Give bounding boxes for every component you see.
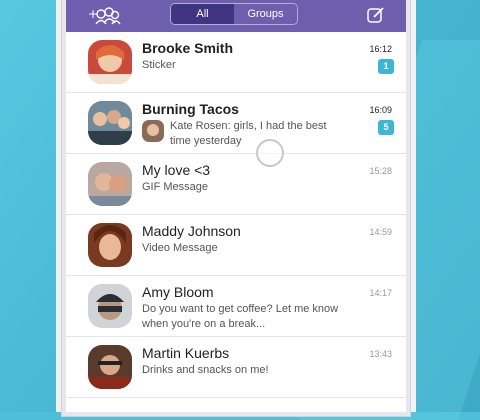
chat-time: 14:17 (369, 288, 392, 298)
avatar (88, 345, 132, 389)
chat-time: 13:43 (369, 349, 392, 359)
chat-time: 16:12 (369, 44, 392, 54)
chat-preview: Drinks and snacks on me! (142, 364, 269, 376)
chat-time: 14:59 (369, 227, 392, 237)
avatar (88, 284, 132, 328)
tab-groups[interactable]: Groups (234, 4, 297, 24)
chat-name: My love <3 (142, 162, 211, 178)
chat-row-maddy-johnson[interactable]: Maddy Johnson 14:59 Video Message (66, 215, 406, 276)
sender-name: Kate Rosen: (170, 120, 231, 132)
tab-switcher: All Groups (170, 3, 298, 25)
unread-badge: 5 (378, 120, 394, 135)
chat-row-my-love[interactable]: My love <3 15:28 GIF Message (66, 154, 406, 215)
phone-screen: + All Groups Brooke Smith 16:12 Sticker … (66, 0, 406, 412)
chat-list: Brooke Smith 16:12 Sticker 1 Burning Tac… (66, 32, 406, 398)
avatar (88, 101, 132, 145)
chat-name: Martin Kuerbs (142, 345, 230, 361)
avatar (88, 162, 132, 206)
loading-indicator (256, 139, 284, 167)
chat-time: 15:28 (369, 166, 392, 176)
avatar (88, 223, 132, 267)
chat-preview: Sticker (142, 59, 176, 71)
sender-avatar (142, 120, 164, 142)
unread-badge: 1 (378, 59, 394, 74)
tab-all[interactable]: All (171, 4, 234, 24)
chat-row-martin-kuerbs[interactable]: Martin Kuerbs 13:43 Drinks and snacks on… (66, 337, 406, 398)
chat-row-brooke-smith[interactable]: Brooke Smith 16:12 Sticker 1 (66, 32, 406, 93)
chat-name: Burning Tacos (142, 101, 239, 117)
phone-bezel-left (56, 0, 66, 412)
avatar (88, 40, 132, 84)
chat-name: Maddy Johnson (142, 223, 241, 239)
add-group-icon[interactable]: + (88, 4, 122, 26)
header-bar: + All Groups (66, 0, 406, 32)
chat-preview: Video Message (142, 242, 218, 254)
chat-time: 16:09 (369, 105, 392, 115)
phone-bezel-right (406, 0, 416, 412)
chat-row-amy-bloom[interactable]: Amy Bloom 14:17 Do you want to get coffe… (66, 276, 406, 337)
chat-preview: GIF Message (142, 181, 209, 193)
chat-preview: Do you want to get coffee? Let me know w… (142, 303, 339, 330)
chat-name: Brooke Smith (142, 40, 234, 56)
chat-row-burning-tacos[interactable]: Burning Tacos 16:09 Kate Rosen: girls, I… (66, 93, 406, 154)
compose-icon[interactable] (366, 5, 386, 25)
chat-name: Amy Bloom (142, 284, 214, 300)
